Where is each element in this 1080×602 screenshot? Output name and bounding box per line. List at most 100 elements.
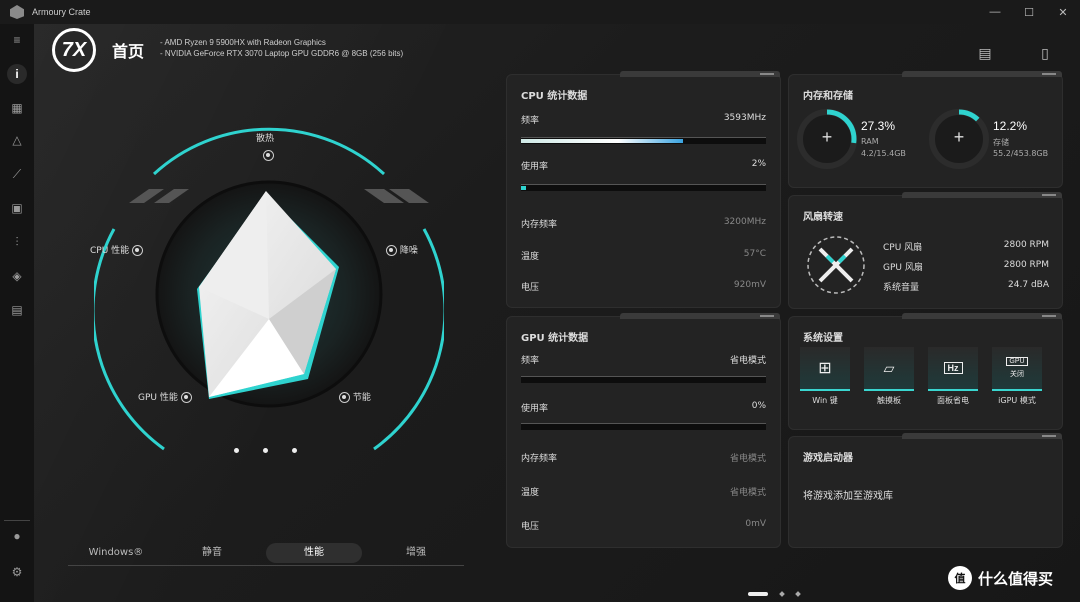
storage-detail: 55.2/453.8GB [993,149,1049,158]
fan-panel-title: 风扇转速 [803,212,843,223]
performance-radar: 散热 CPU 性能 降噪 GPU 性能 节能 [90,119,447,469]
page-indicator[interactable] [795,591,801,597]
news-icon[interactable]: ▤ [7,300,27,320]
window-controls: — ☐ ✕ [978,0,1080,24]
app-title: Armoury Crate [32,7,91,17]
page-dot[interactable] [234,448,239,453]
cpu-performance-radio[interactable] [132,245,144,256]
radar-label-noise[interactable]: 降噪 [386,243,418,256]
gpu-fan-row: GPU 风扇 2800 RPM [883,260,1049,273]
title-bar: Armoury Crate — ☐ ✕ [0,0,1080,24]
armoury-icon[interactable]: ⟋ [7,164,27,184]
maximize-button[interactable]: ☐ [1012,0,1046,24]
gpu-panel-title: GPU 统计数据 [521,333,589,344]
memory-storage-panel: 内存和存储 + 27.3% RAM 4.2/15.4GB + 12.2% 存储 … [788,71,1063,188]
fan-icon [807,236,865,294]
cpu-panel-title: CPU 统计数据 [521,91,588,102]
game-panel-title: 游戏启动器 [803,453,853,464]
aura-icon[interactable]: △ [7,130,27,150]
gpu-stats-panel: GPU 统计数据 频率 省电模式 使用率 0% 内存频率 省电模式 温度 省电模式 电压… [506,313,781,548]
system-panel-title: 系统设置 [803,333,843,344]
energy-saving-radio[interactable] [339,392,350,403]
notes-icon[interactable]: ▤ [974,40,996,66]
gpu-spec-line: - NVIDIA GeForce RTX 3070 Laptop GPU GDD… [160,49,404,58]
panel-pagination [748,591,801,597]
add-icon: + [821,127,833,147]
radar-label-gpu[interactable]: GPU 性能 [138,390,192,403]
add-game-message[interactable]: 将游戏添加至游戏库 [803,487,893,502]
game-launcher-panel: 游戏启动器 将游戏添加至游戏库 [788,433,1063,548]
sidebar: ≡ i ▦ △ ⟋ ▣ ⫶ ◈ ▤ ● ⚙ [0,24,34,602]
app-logo-icon [10,5,24,19]
page-title: 首页 [112,42,145,61]
cooling-radio[interactable] [262,150,274,161]
cpu-frequency-row: 频率 3593MHz [521,113,766,126]
system-settings-panel: 系统设置 ⊞ Win 键 ▱ 触摸板 Hz 面板省电 GPU 关闭 iGPU 模式 [788,313,1063,430]
gpu-usage-bar [521,423,766,430]
page-dot[interactable] [263,448,268,453]
cpu-usage-bar [521,184,766,191]
cpu-temp-row: 温度 57°C [521,249,766,262]
radar-pagination [234,448,297,453]
touchpad-icon: ▱ [864,347,914,391]
watermark-text: 什么值得买 [978,569,1054,588]
home-info-icon[interactable]: i [7,64,27,84]
radar-label-cpu[interactable]: CPU 性能 [90,243,144,256]
main-area: 7X 首页 - AMD Ryzen 9 5900HX with Radeon G… [34,24,1080,602]
gpu-performance-radio[interactable] [180,392,192,403]
radar-graphic [91,127,447,451]
page-indicator-active[interactable] [748,592,768,596]
radar-label-eco[interactable]: 节能 [339,390,371,403]
close-button[interactable]: ✕ [1046,0,1080,24]
memory-panel-title: 内存和存储 [803,91,853,102]
keyboard-lighting-icon[interactable]: ▦ [7,98,27,118]
touchpad-toggle[interactable]: ▱ 触摸板 [863,347,915,406]
gpu-usage-row: 使用率 0% [521,401,766,414]
panel-power-saver-toggle[interactable]: Hz 面板省电 [927,347,979,406]
scenario-sliders-icon[interactable]: ⫶ [7,232,27,252]
cpu-voltage-row: 电压 920mV [521,280,766,293]
minimize-button[interactable]: — [978,0,1012,24]
mode-windows[interactable]: Windows® [68,543,164,563]
fan-speed-panel: 风扇转速 CPU 风扇 2800 RPM GPU 风扇 2800 RPM 系统音量 2… [788,192,1063,309]
gpu-voltage-row: 电压 0mV [521,519,766,532]
radar-label-cooling[interactable]: 散热 [256,131,274,161]
cpu-fan-row: CPU 风扇 2800 RPM [883,240,1049,253]
gpu-frequency-row: 频率 省电模式 [521,356,766,366]
win-key-toggle[interactable]: ⊞ Win 键 [799,347,851,406]
gamevisual-icon[interactable]: ▣ [7,198,27,218]
ram-detail: 4.2/15.4GB [861,149,906,158]
cpu-frequency-bar [521,137,766,144]
storage-percent: 12.2% [993,119,1028,133]
mode-turbo[interactable]: 增强 [368,543,464,563]
user-icon[interactable]: ● [7,526,27,546]
ram-percent: 27.3% [861,119,896,133]
noise-reduction-radio[interactable] [386,245,397,256]
storage-label: 存储 [993,138,1009,147]
device-icon[interactable]: ▯ [1034,40,1056,66]
ram-label: RAM [861,137,879,146]
settings-gear-icon[interactable]: ⚙ [7,562,27,582]
cpu-usage-row: 使用率 2% [521,159,766,172]
system-volume-row: 系统音量 24.7 dBA [883,280,1049,293]
menu-icon[interactable]: ≡ [7,30,27,50]
cpu-mem-freq-row: 内存频率 3200MHz [521,217,766,230]
mode-silent[interactable]: 静音 [164,543,260,563]
watermark: 值 什么值得买 [948,566,1053,590]
page-indicator[interactable] [779,591,785,597]
windows-key-icon: ⊞ [800,347,850,391]
mode-performance[interactable]: 性能 [266,542,362,563]
ram-gauge[interactable]: + [797,109,857,169]
gpu-icon: GPU 关闭 [992,347,1042,391]
add-icon: + [953,127,965,147]
rog-7x-logo: 7X [52,28,96,72]
igpu-mode-toggle[interactable]: GPU 关闭 iGPU 模式 [991,347,1043,406]
storage-gauge[interactable]: + [929,109,989,169]
cpu-spec-line: - AMD Ryzen 9 5900HX with Radeon Graphic… [160,38,326,47]
gpu-temp-row: 温度 省电模式 [521,488,766,498]
page-dot[interactable] [292,448,297,453]
gpu-frequency-bar [521,376,766,383]
deals-tag-icon[interactable]: ◈ [7,266,27,286]
operating-mode-bar: Windows® 静音 性能 增强 [68,540,464,566]
watermark-logo-icon: 值 [948,566,972,590]
